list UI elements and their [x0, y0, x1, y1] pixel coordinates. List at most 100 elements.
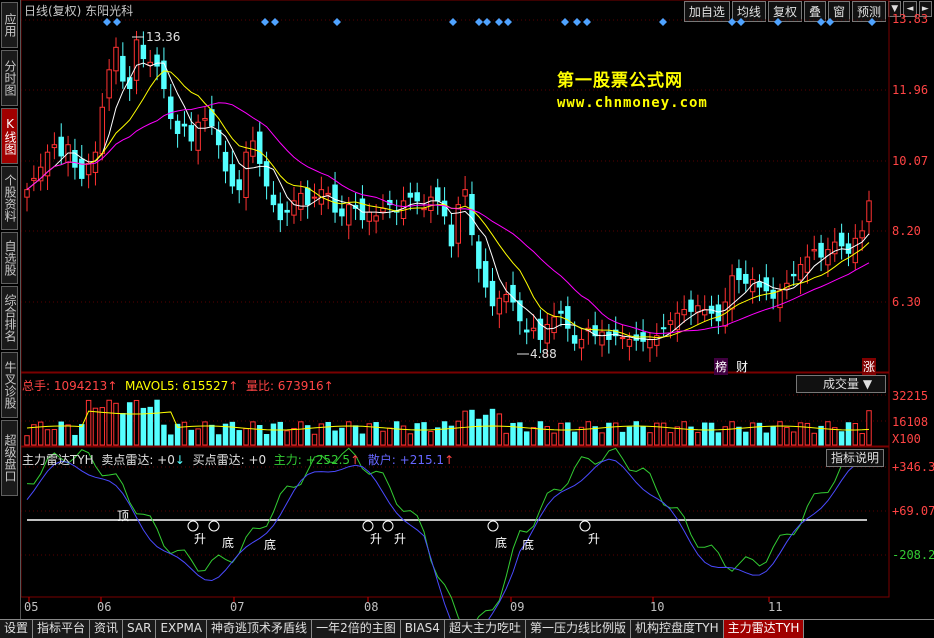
volume-bar — [715, 432, 722, 446]
bottom-tab-9[interactable]: 第一压力线比例版 — [525, 620, 631, 638]
volume-bar — [298, 421, 304, 446]
signal-diamond — [495, 18, 503, 26]
candle-body — [667, 320, 674, 325]
sidebar-tab-3[interactable]: 个股资料 — [1, 166, 18, 230]
candle-body — [503, 294, 509, 303]
kline-chart[interactable] — [21, 0, 934, 619]
volume-bar — [811, 432, 817, 446]
volume-mavol5: MAVOL5: 615527 — [125, 379, 229, 393]
candle-body — [24, 189, 30, 198]
x-axis-label: 06 — [97, 600, 112, 614]
high-price-label: 13.36 — [146, 30, 181, 44]
x-axis-label: 10 — [650, 600, 665, 614]
sidebar-tab-1[interactable]: 分时图 — [1, 50, 18, 106]
volume-bar — [592, 426, 598, 446]
bottom-tab-8[interactable]: 超大主力吃吐 — [444, 620, 526, 638]
volume-bar — [44, 429, 51, 446]
signal-diamond — [449, 18, 457, 26]
bang-marker[interactable]: 榜 — [714, 358, 729, 375]
candle-body — [222, 151, 229, 172]
volume-bar — [393, 421, 400, 446]
candle-body — [284, 209, 290, 213]
bottom-tab-1[interactable]: 指标平台 — [33, 620, 91, 638]
candle-body — [373, 215, 379, 222]
candle-body — [304, 187, 311, 206]
bottom-tab-6[interactable]: 一年2倍的主图 — [312, 620, 401, 638]
bottom-tab-4[interactable]: EXPMA — [156, 620, 208, 638]
bottom-tab-2[interactable]: 资讯 — [90, 620, 124, 638]
candle-body — [571, 335, 578, 344]
candle-body — [229, 164, 236, 187]
sidebar-tab-7[interactable]: 超级盘口 — [1, 420, 18, 496]
volume-bar — [674, 426, 681, 446]
price-axis-label: 10.07 — [892, 154, 929, 168]
volume-bar — [585, 421, 592, 446]
volume-bar — [113, 402, 119, 446]
signal-diamond — [113, 18, 121, 26]
candle-body — [606, 331, 612, 340]
candle-body — [476, 241, 482, 269]
x-axis-label: 05 — [24, 600, 39, 614]
sidebar-tab-5[interactable]: 综合排名 — [1, 286, 18, 350]
signal-diamond — [737, 18, 745, 26]
sidebar-tab-4[interactable]: 自选股 — [1, 232, 18, 284]
candle-body — [681, 308, 687, 316]
volume-bar — [161, 424, 167, 446]
volume-bar — [749, 422, 756, 446]
volume-bar — [832, 427, 838, 446]
candle-body — [31, 177, 37, 181]
signal-diamond — [728, 18, 736, 26]
bottom-tab-10[interactable]: 机构控盘度TYH — [630, 620, 724, 638]
x-axis-label: 09 — [510, 600, 525, 614]
candle-body — [181, 123, 188, 127]
bottom-tab-3[interactable]: SAR — [123, 620, 157, 638]
volume-bar — [825, 421, 831, 446]
volume-bar — [168, 434, 174, 446]
signal-diamond — [659, 18, 667, 26]
volume-bar — [37, 421, 44, 446]
candle-body — [257, 131, 263, 164]
volume-bar — [523, 431, 530, 446]
cai-marker[interactable]: 财 — [736, 358, 748, 375]
candle-body — [852, 237, 859, 264]
bottom-tab-5[interactable]: 神奇逃顶术矛盾线 — [207, 620, 313, 638]
candle-body — [311, 196, 318, 199]
sidebar-tab-2[interactable]: K线图 — [1, 108, 18, 164]
volume-bar — [482, 414, 489, 446]
bottom-tab-11[interactable]: 主力雷达TYH — [723, 620, 805, 638]
volume-bar — [421, 422, 427, 446]
volume-bar — [667, 432, 674, 446]
volume-bar — [51, 429, 58, 446]
indicator-buy: 买点雷达: +0 — [192, 453, 267, 467]
candle-body — [366, 211, 373, 222]
volume-bar — [284, 430, 290, 446]
volume-bar — [352, 425, 359, 446]
ma-line — [26, 62, 870, 341]
candle-body — [866, 200, 872, 223]
indicator-help-button[interactable]: 指标说明 — [826, 449, 885, 467]
volume-axis-label: 16108 — [892, 415, 929, 429]
candle-body — [407, 192, 414, 198]
bottom-tab-0[interactable]: 设置 — [0, 620, 34, 638]
volume-bar — [441, 421, 448, 446]
candle-body — [619, 337, 626, 340]
volume-bar — [85, 399, 92, 446]
candle-body — [496, 297, 503, 315]
volume-bar — [455, 420, 461, 446]
volume-bar — [866, 410, 872, 446]
indicator-panel-frame — [21, 446, 890, 598]
volume-bar — [92, 407, 99, 446]
sidebar-tab-6[interactable]: 牛叉诊股 — [1, 352, 18, 418]
candle-body — [578, 338, 585, 349]
ma-line — [26, 70, 870, 339]
volume-bar — [708, 422, 715, 446]
volume-bar — [599, 432, 605, 446]
candle-body — [770, 289, 776, 299]
candle-body — [51, 144, 58, 149]
ma-line — [26, 102, 870, 334]
candle-body — [380, 207, 386, 213]
sidebar-tab-0[interactable]: 应用 — [1, 2, 18, 48]
bottom-tab-7[interactable]: BIAS4 — [400, 620, 445, 638]
zhang-marker[interactable]: 涨 — [862, 358, 877, 375]
volume-selector[interactable]: 成交量 ▼ — [796, 375, 886, 393]
